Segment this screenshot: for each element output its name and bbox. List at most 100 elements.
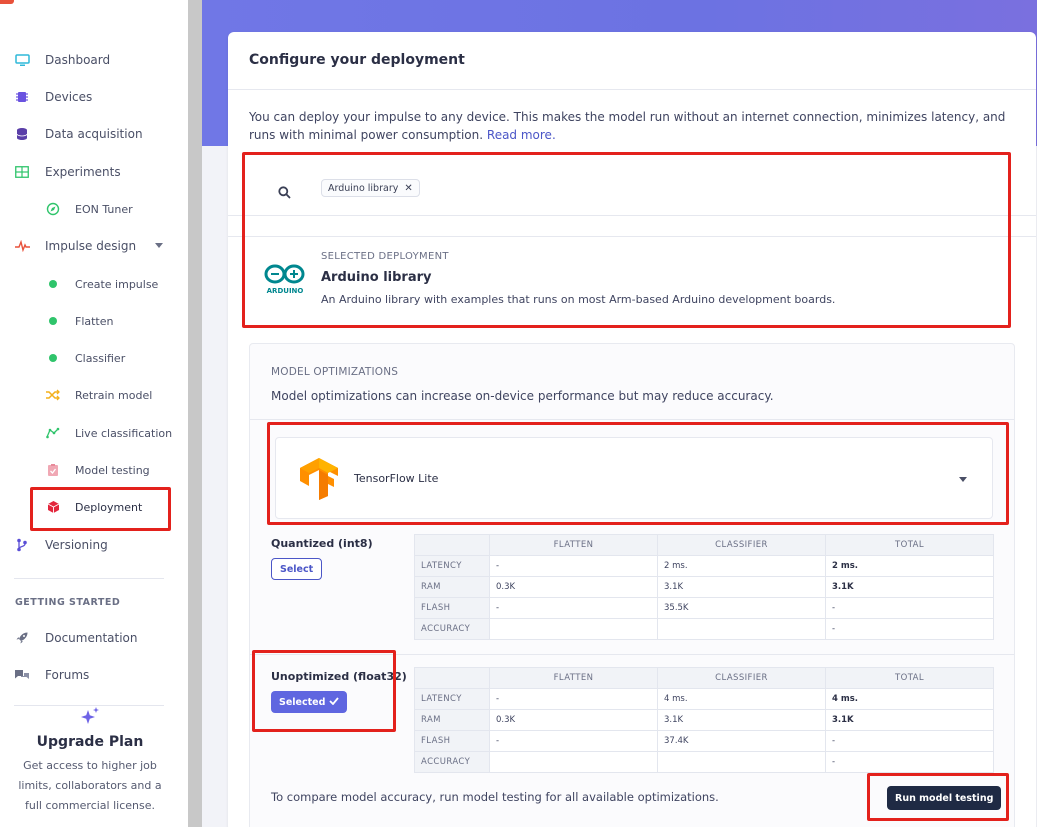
deployment-search[interactable]: Arduino library ✕ [228, 172, 1036, 216]
dot-icon [45, 313, 61, 329]
selected-deployment-name: Arduino library [321, 270, 432, 285]
intro-description: You can deploy your impulse to any devic… [249, 110, 1006, 142]
table-header-row: FLATTEN CLASSIFIER TOTAL [414, 667, 994, 689]
table-cell: 3.1K [825, 709, 994, 731]
table-row: ACCURACY - [414, 618, 994, 640]
table-header: FLATTEN [489, 667, 658, 689]
database-icon [14, 126, 30, 142]
sidebar-item-label: Classifier [75, 351, 126, 365]
table-header [414, 667, 490, 689]
table-header [414, 534, 490, 556]
pulse-icon [14, 238, 30, 254]
getting-started-title: GETTING STARTED [15, 597, 121, 608]
variant-divider [250, 654, 1014, 655]
table-header: CLASSIFIER [657, 667, 826, 689]
sidebar-item-label: Dashboard [45, 53, 111, 67]
engine-select[interactable]: TensorFlow Lite [275, 437, 993, 519]
sidebar-item-label: Flatten [75, 314, 114, 328]
table-icon [14, 164, 30, 180]
model-optimizations: MODEL OPTIMIZATIONS Model optimizations … [249, 343, 1015, 827]
table-cell: 3.1K [657, 576, 826, 598]
sidebar-item-label: Forums [45, 668, 90, 682]
sidebar-item-label: Model testing [75, 463, 150, 477]
row-label: FLASH [414, 730, 490, 752]
chip-icon [14, 89, 30, 105]
table-cell: - [825, 751, 994, 773]
table-header: TOTAL [825, 667, 994, 689]
sparkle-icon [14, 706, 166, 730]
table-cell: 2 ms. [825, 555, 994, 577]
deployment-card: Configure your deployment You can deploy… [228, 32, 1036, 827]
selected-button-label: Selected [279, 696, 326, 708]
row-label: ACCURACY [414, 751, 490, 773]
search-icon [278, 184, 291, 203]
logo [0, 0, 14, 4]
row-label: LATENCY [414, 688, 490, 710]
optimizations-description: Model optimizations can increase on-devi… [271, 389, 774, 403]
card-divider [228, 89, 1036, 90]
table-cell: - [825, 730, 994, 752]
sidebar-item-label: Versioning [45, 538, 108, 552]
check-icon [329, 696, 340, 708]
table-row: ACCURACY - [414, 751, 994, 773]
run-model-testing-button[interactable]: Run model testing [887, 786, 1002, 810]
variant-name-quantized: Quantized (int8) [271, 537, 373, 550]
intro-text: You can deploy your impulse to any devic… [249, 108, 1019, 144]
sidebar-item-label: Deployment [75, 500, 143, 514]
row-label: ACCURACY [414, 618, 490, 640]
table-cell: 35.5K [657, 597, 826, 619]
row-label: LATENCY [414, 555, 490, 577]
sidebar-item-label: Create impulse [75, 277, 159, 291]
sidebar-divider [14, 578, 164, 579]
variant-name-unoptimized: Unoptimized (float32) [271, 670, 407, 683]
arduino-logo: ARDUINO [264, 264, 305, 295]
table-cell: - [825, 618, 994, 640]
sidebar-item-label: EON Tuner [75, 202, 133, 216]
close-icon[interactable]: ✕ [404, 183, 412, 194]
card-divider [228, 236, 1036, 237]
table-header: CLASSIFIER [657, 534, 826, 556]
sidebar-item-label: Data acquisition [45, 127, 143, 141]
sidebar-item-impulse-design[interactable]: Impulse design [0, 235, 188, 257]
chevron-down-icon [959, 477, 967, 482]
monitor-icon [14, 52, 30, 68]
sidebar-scrollbar[interactable] [188, 0, 202, 827]
rocket-icon [14, 630, 30, 646]
table-row: LATENCY - 4 ms. 4 ms. [414, 688, 994, 710]
chevron-down-icon [155, 243, 163, 248]
table-cell: 3.1K [825, 576, 994, 598]
table-cell: - [489, 688, 658, 710]
sidebar-item-label: Experiments [45, 165, 121, 179]
table-cell: 37.4K [657, 730, 826, 752]
shuffle-icon [45, 387, 61, 403]
row-label: RAM [414, 576, 490, 598]
search-tag-label: Arduino library [328, 182, 399, 194]
row-label: FLASH [414, 597, 490, 619]
sidebar-item-label: Documentation [45, 631, 138, 645]
table-header: FLATTEN [489, 534, 658, 556]
read-more-link[interactable]: Read more. [487, 128, 556, 142]
dot-icon [45, 276, 61, 292]
upgrade-plan-title: Upgrade Plan [36, 734, 144, 750]
table-row: LATENCY - 2 ms. 2 ms. [414, 555, 994, 577]
table-cell: 3.1K [657, 709, 826, 731]
table-cell: 4 ms. [657, 688, 826, 710]
compass-icon [45, 201, 61, 217]
upgrade-plan-card[interactable]: Upgrade Plan Get access to higher job li… [14, 706, 166, 816]
sidebar-item-label: Impulse design [45, 239, 137, 253]
selected-deployment-header: SELECTED DEPLOYMENT [321, 251, 449, 262]
table-cell [657, 751, 826, 773]
table-row: FLASH - 37.4K - [414, 730, 994, 752]
sidebar-item-label: Retrain model [75, 388, 153, 402]
selected-button[interactable]: Selected [271, 691, 348, 713]
compare-text: To compare model accuracy, run model tes… [271, 790, 719, 804]
upgrade-plan-description: Get access to higher job limits, collabo… [18, 759, 162, 812]
engine-name: TensorFlow Lite [354, 472, 439, 485]
optimizations-divider [250, 419, 1014, 420]
perf-table-unoptimized: FLATTEN CLASSIFIER TOTAL LATENCY - 4 ms.… [414, 667, 994, 773]
graph-icon [45, 425, 61, 441]
table-cell: - [825, 597, 994, 619]
sidebar: Dashboard Devices Data acquisition Exper… [0, 0, 188, 827]
select-button[interactable]: Select [271, 558, 323, 580]
table-row: RAM 0.3K 3.1K 3.1K [414, 576, 994, 598]
